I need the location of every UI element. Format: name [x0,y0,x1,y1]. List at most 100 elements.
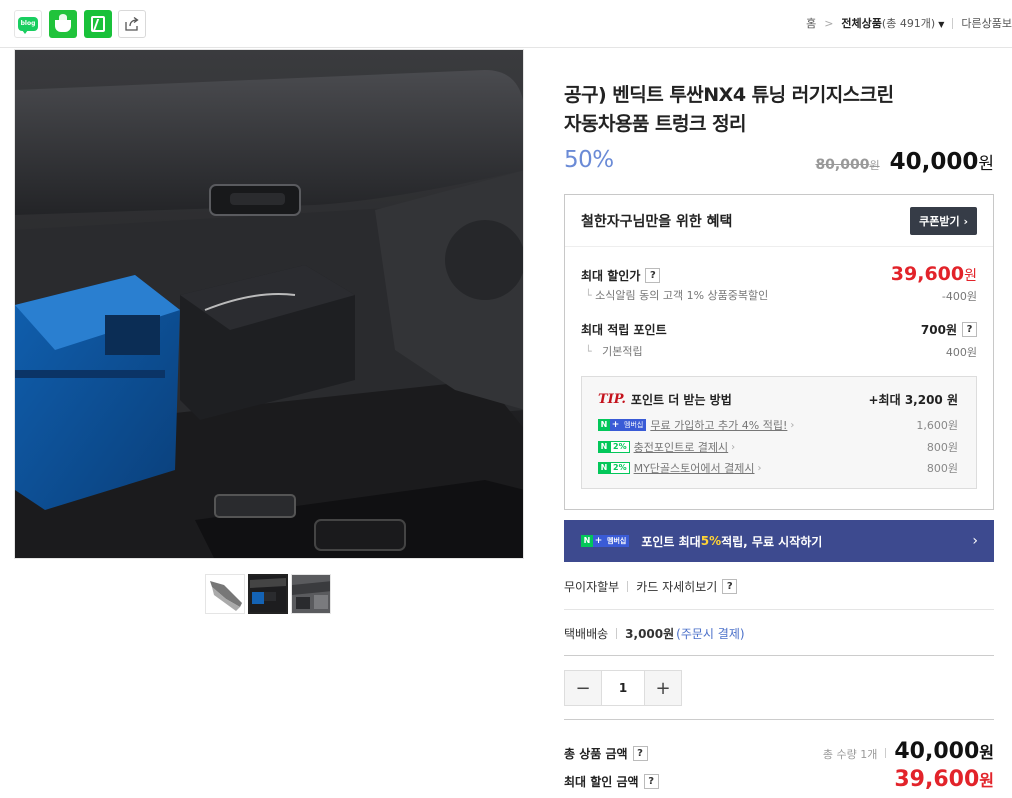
share-kakaostory-button[interactable] [84,10,112,38]
sale-price-unit: 원 [978,154,994,174]
top-bar: blog 홈 > 전체상품(총 491개) ▼ 다른상품보 [0,0,1012,48]
help-icon[interactable]: ? [962,322,977,337]
banner-text-highlight: 5% [700,534,722,548]
original-price-unit: 원 [869,159,880,172]
tip-box: TIP. 포인트 더 받는 방법 +최대 3,200 원 N + 멤버십 무료 가입하… [581,376,977,489]
blog-icon: blog [18,17,38,34]
thumbnail-3[interactable] [291,574,331,614]
tip-word: TIP. [598,392,626,407]
help-icon[interactable]: ? [645,268,661,283]
max-point-label: 최대 적립 포인트 [581,323,667,337]
basic-point: └ 기본적립 [585,343,643,359]
delivery-row: 택배배송 3,000원 (주문시 결제) [564,625,994,642]
total-price-row: 총 상품 금액? 총 수량 1개 40,000원 [564,739,994,764]
npay-n-icon: N [581,535,593,547]
breadcrumb-home[interactable]: 홈 [806,15,816,31]
tip-max-points: +최대 3,200 원 [868,393,959,407]
total-price-label: 총 상품 금액? [564,745,648,762]
max-discount-row: 최대 할인가? 39,600원 └ 소식알림 동의 고객 1% 상품중복할인 -… [581,263,977,303]
npay-pct-label: 2% [610,462,630,474]
membership-banner[interactable]: N + 멤버십 포인트 최대 5% 적립, 무료 시작하기 › [564,520,994,562]
quantity-plus-button[interactable]: + [645,671,681,705]
breadcrumb: 홈 > 전체상품(총 491개) ▼ 다른상품보 [806,15,1012,31]
divider [952,17,954,29]
total-price: 40,000원 [894,739,994,764]
basic-point-label: 기본적립 [602,345,643,358]
tip-row-text[interactable]: 무료 가입하고 추가 4% 적립! [650,417,787,433]
divider-line [564,719,994,720]
tip-row-my-store[interactable]: N 2% MY단골스토어에서 결제시 › 800원 [598,460,958,476]
delivery-label: 택배배송 [564,627,609,641]
quantity-minus-button[interactable]: − [565,671,601,705]
max-discount-price-value: 39,600 [890,263,965,285]
max-discount-total-price-unit: 원 [979,771,994,790]
thumbnail-list [205,574,331,614]
breadcrumb-current-category[interactable]: 전체상품(총 491개) ▼ [841,15,944,31]
category-count: (총 491개) [881,17,936,30]
quantity-stepper: − 1 + [564,670,682,706]
max-discount-price-unit: 원 [964,268,977,284]
news-alert-text: 소식알림 동의 고객 1% 상품중복할인 [595,289,769,302]
installment-row: 무이자할부 카드 자세히보기 ? [564,578,994,595]
product-title: 공구) 벤딕트 투싼NX4 튜닝 러기지스크린 자동차용품 트렁크 정리 [564,81,984,139]
divider-line [564,655,994,656]
total-price-values: 총 수량 1개 40,000원 [823,739,994,764]
news-alert-amount: -400원 [941,290,977,303]
installment-label: 무이자할부 [564,580,620,594]
help-icon[interactable]: ? [643,774,659,789]
divider [885,748,887,758]
max-discount-total-values: 39,600원 [894,767,994,792]
npay-n-icon: N [598,462,610,474]
product-title-line2: 자동차용품 트렁크 정리 [564,113,747,135]
tip-row-text[interactable]: 충전포인트로 결제시 [634,439,729,455]
help-icon[interactable]: ? [632,746,648,761]
npay-n-icon: N [598,441,610,453]
tip-row-charge-point[interactable]: N 2% 충전포인트로 결제시 › 800원 [598,439,958,455]
max-discount-total-row: 최대 할인 금액? 39,600원 [564,767,994,792]
help-icon[interactable]: ? [722,579,738,594]
thumbnail-1[interactable] [205,574,245,614]
share-external-button[interactable] [118,10,146,38]
chevron-right-icon: › [790,419,795,431]
max-discount-total-price: 39,600원 [894,767,994,792]
tip-row-amount: 1,600원 [916,419,958,432]
breadcrumb-other-products[interactable]: 다른상품보 [961,15,1012,31]
divider [627,581,629,592]
coupon-button[interactable]: 쿠폰받기 › [910,206,977,235]
price-row: 80,000원 40,000원 [815,149,994,175]
chevron-right-icon: › [731,441,736,453]
npay-membership-badge: N + 멤버십 [598,419,647,431]
npay-membership-label: 멤버십 [604,535,630,547]
product-title-line1: 공구) 벤딕트 투싼NX4 튜닝 러기지스크린 [564,84,894,106]
share-cafe-button[interactable] [49,10,77,38]
product-main-image[interactable] [14,49,524,559]
total-price-unit: 원 [979,743,994,762]
caret-down-icon: ▼ [938,20,945,29]
delivery-fee: 3,000원 [625,627,675,641]
total-count-text: 총 수량 1개 [822,748,878,761]
category-label: 전체상품 [841,17,882,30]
basic-point-value: 400원 [945,346,977,359]
max-point-value-text: 700원 [920,323,957,337]
thumbnail-2[interactable] [248,574,288,614]
tree-branch-icon: └ [585,289,596,302]
npay-pct-label: 2% [610,441,630,453]
benefit-header: 철한자구님만을 위한 혜택 쿠폰받기 › [565,195,993,247]
max-point-row: 최대 적립 포인트 700원? └ 기본적립 400원 [581,321,977,361]
banner-text-prefix: 포인트 최대 [641,534,701,549]
max-discount-label: 최대 할인가? [581,267,661,284]
npay-membership-label: 멤버십 [621,419,647,431]
max-discount-label-text: 최대 할인가 [581,269,641,283]
card-detail-link[interactable]: 카드 자세히보기 [636,578,717,595]
tip-row-membership[interactable]: N + 멤버십 무료 가입하고 추가 4% 적립! › 1,600원 [598,417,958,433]
sale-price: 40,000원 [890,149,994,175]
quantity-input[interactable]: 1 [601,671,645,705]
discount-rate: 50% [564,147,614,173]
share-blog-button[interactable]: blog [14,10,42,38]
max-discount-total-price-value: 39,600 [894,767,980,792]
cafe-cup-icon [55,14,71,32]
breadcrumb-separator: > [824,16,834,30]
chevron-right-icon: › [972,533,978,549]
tip-row-text[interactable]: MY단골스토어에서 결제시 [634,460,755,476]
delivery-note: (주문시 결제) [676,627,745,641]
